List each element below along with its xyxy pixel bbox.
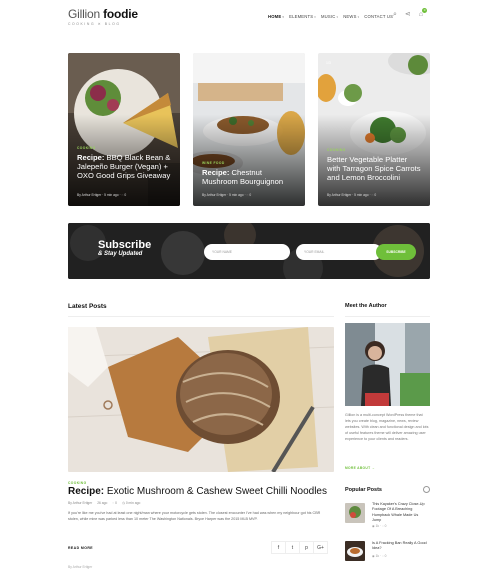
card-title[interactable]: Recipe: Chestnut Mushroom Bourguignon: [202, 168, 297, 186]
nav-news[interactable]: NEWS▾: [343, 14, 359, 19]
name-input[interactable]: YOUR NAME: [204, 244, 290, 260]
post-category[interactable]: COOKING: [68, 481, 87, 485]
card-meta: By Arthur Ertiger · 5 min ago · ◌ 0: [327, 193, 377, 197]
next-post-meta: By Arthur Ertiger: [68, 565, 93, 569]
site-logo[interactable]: Gillion foodie COOKING ✕ BLOG: [68, 7, 138, 26]
logo-tagline: COOKING ✕ BLOG: [68, 22, 121, 26]
popular-thumb[interactable]: [345, 503, 365, 523]
card-category[interactable]: COOKING: [327, 148, 346, 152]
author-bio: Gillion is a multi-concept WordPress the…: [345, 413, 429, 442]
popular-thumb[interactable]: [345, 541, 365, 561]
featured-card-3[interactable]: 1/3 COOKING Better Vegetable Platter wit…: [318, 53, 430, 206]
post-excerpt: If you're like me you've had at least on…: [68, 511, 321, 521]
nav-music[interactable]: MUSIC▾: [321, 14, 338, 19]
clock-icon[interactable]: [423, 486, 430, 493]
author-heading: Meet the Author: [345, 303, 387, 309]
card-meta: By Arthur Ertiger · 5 min ago · ◌ 0: [77, 193, 127, 197]
cart-icon[interactable]: ⌂ 0: [419, 8, 428, 19]
cart-count: 0: [422, 8, 428, 13]
latest-heading: Latest Posts: [68, 303, 107, 310]
author-image: [345, 323, 430, 406]
popular-title[interactable]: Is A Fracking Ban Really A Good Idea?: [372, 541, 428, 552]
share-buttons: f t p G+: [271, 541, 328, 554]
share-icon[interactable]: ⋖: [405, 11, 411, 19]
read-more-link[interactable]: READ MORE: [68, 546, 93, 550]
divider: [68, 316, 334, 317]
post-meta: By Arthur Ertiger 26 ago ◌ 0 ◷ 0 min ago: [68, 501, 141, 505]
card-title[interactable]: Recipe: BBQ Black Bean & Jalepeño Burger…: [77, 153, 172, 180]
nav-elements[interactable]: ELEMENTS▾: [289, 14, 316, 19]
slide-counter: 1/3: [326, 61, 331, 65]
card-title[interactable]: Better Vegetable Platter with Tarragon S…: [327, 155, 422, 182]
pinterest-icon[interactable]: p: [299, 541, 314, 554]
subscribe-banner: Subscribe & Stay Updated YOUR NAME YOUR …: [68, 223, 430, 279]
google-plus-icon[interactable]: G+: [313, 541, 328, 554]
popular-image: [345, 541, 365, 561]
nav-home[interactable]: HOME▾: [268, 14, 284, 19]
subscribe-title: Subscribe: [98, 239, 152, 251]
nav-contact[interactable]: CONTACT US: [364, 14, 393, 19]
more-about-link[interactable]: MORE ABOUT →: [345, 466, 375, 470]
card-category[interactable]: COOKING: [77, 146, 96, 150]
popular-title[interactable]: This Kayaker's Crazy Close-Up Footage Of…: [372, 502, 428, 524]
header-icons: ⌕ ⋖ ⌂ 0: [393, 8, 428, 19]
card-category[interactable]: WINE FOOD: [202, 161, 225, 165]
subscribe-button[interactable]: SUBSCRIBE: [376, 244, 416, 260]
featured-card-2[interactable]: WINE FOOD Recipe: Chestnut Mushroom Bour…: [193, 53, 305, 206]
twitter-icon[interactable]: t: [285, 541, 300, 554]
main-nav: HOME▾ ELEMENTS▾ MUSIC▾ NEWS▾ CONTACT US: [268, 14, 393, 19]
subscribe-subtitle: & Stay Updated: [98, 251, 143, 257]
popular-meta: ◉ 1k · ◌ 0: [372, 524, 387, 528]
popular-heading: Popular Posts: [345, 487, 382, 493]
bread-photo: [68, 327, 334, 472]
divider: [345, 316, 430, 317]
email-input[interactable]: YOUR EMAIL: [296, 244, 382, 260]
popular-image: [345, 503, 365, 523]
facebook-icon[interactable]: f: [271, 541, 286, 554]
popular-meta: ◉ 1k · ◌ 0: [372, 554, 387, 558]
logo-bold: foodie: [103, 7, 138, 21]
post-image[interactable]: [68, 327, 334, 472]
card-meta: By Arthur Ertiger · 5 min ago · ◌ 0: [202, 193, 252, 197]
search-icon[interactable]: ⌕: [393, 11, 397, 19]
featured-card-1[interactable]: COOKING Recipe: BBQ Black Bean & Jalepeñ…: [68, 53, 180, 206]
post-title[interactable]: Recipe: Exotic Mushroom & Cashew Sweet C…: [68, 486, 327, 497]
logo-light: Gillion: [68, 7, 100, 21]
author-photo[interactable]: [345, 323, 430, 406]
